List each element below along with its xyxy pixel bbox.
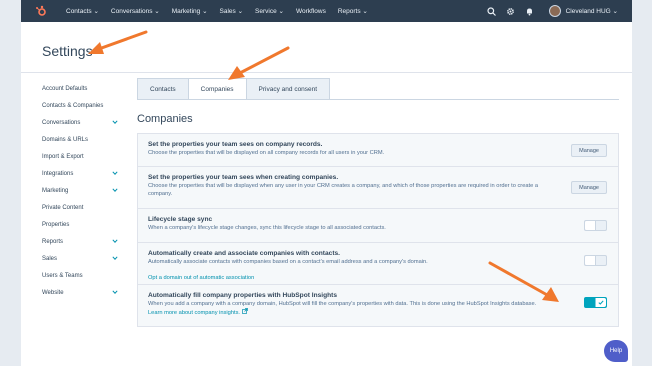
- user-avatar[interactable]: [548, 5, 561, 17]
- nav-workflows[interactable]: Workflows: [296, 8, 326, 15]
- setting-description: Choose the properties that will be displ…: [148, 150, 385, 156]
- setting-title: Automatically create and associate compa…: [148, 250, 341, 257]
- setting-title: Set the properties your team sees on com…: [148, 141, 323, 148]
- chevron-down-icon: [112, 290, 118, 294]
- hubspot-insights-toggle[interactable]: [584, 297, 607, 308]
- gear-icon[interactable]: [506, 6, 516, 16]
- toggle-knob: [595, 298, 606, 307]
- chevron-down-icon: [112, 188, 118, 192]
- nav-marketing[interactable]: Marketing ⌄: [172, 7, 208, 15]
- tabs-divider: [137, 99, 619, 100]
- nav-contacts[interactable]: Contacts ⌄: [66, 7, 99, 15]
- chevron-down-icon: [112, 120, 118, 124]
- chevron-down-icon: [112, 256, 118, 260]
- tab-contacts[interactable]: Contacts: [137, 78, 189, 100]
- sidebar-item-website[interactable]: Website: [42, 284, 122, 301]
- nav-reports[interactable]: Reports ⌄: [338, 7, 368, 15]
- sidebar-item-label: Conversations: [42, 119, 81, 126]
- sidebar-item-sales[interactable]: Sales: [42, 250, 122, 267]
- setting-description-text: When you add a company with a company do…: [148, 301, 537, 307]
- toggle-knob: [585, 221, 596, 230]
- nav-sales[interactable]: Sales ⌄: [220, 7, 244, 15]
- help-button[interactable]: Help: [604, 340, 628, 362]
- checkmark-icon: [598, 300, 604, 305]
- sidebar-item-label: Integrations: [42, 170, 74, 177]
- chevron-down-icon: [112, 239, 118, 243]
- chevron-down-icon: [112, 171, 118, 175]
- auto-associate-toggle[interactable]: [584, 255, 607, 266]
- sidebar-item-label: Domains & URLs: [42, 136, 89, 143]
- section-title: Companies: [137, 113, 193, 125]
- setting-description: Choose the properties that will be displ…: [148, 183, 539, 197]
- nav-conversations[interactable]: Conversations ⌄: [111, 7, 160, 15]
- sidebar-item-marketing[interactable]: Marketing: [42, 182, 122, 199]
- sidebar-item-label: Marketing: [42, 187, 69, 194]
- manage-button[interactable]: Manage: [571, 144, 607, 157]
- toggle-knob: [585, 256, 596, 265]
- setting-description: When a company's lifecycle stage changes…: [148, 225, 386, 231]
- manage-button[interactable]: Manage: [571, 181, 607, 194]
- sidebar-item-account-defaults[interactable]: Account Defaults: [42, 80, 122, 97]
- sidebar-item-label: Import & Export: [42, 153, 84, 160]
- settings-sidebar: Account Defaults Contacts & Companies Co…: [42, 80, 122, 301]
- sidebar-item-users-teams[interactable]: Users & Teams: [42, 267, 122, 284]
- sidebar-item-domains-urls[interactable]: Domains & URLs: [42, 131, 122, 148]
- header-divider: [21, 72, 632, 73]
- sidebar-item-label: Reports: [42, 238, 64, 245]
- account-menu[interactable]: Cleveland HUG ⌄: [566, 7, 618, 15]
- sidebar-item-label: Sales: [42, 255, 58, 262]
- sidebar-item-label: Properties: [42, 221, 70, 228]
- sidebar-item-import-export[interactable]: Import & Export: [42, 148, 122, 165]
- sidebar-item-label: Contacts & Companies: [42, 102, 104, 109]
- nav-service[interactable]: Service ⌄: [255, 7, 284, 15]
- lifecycle-sync-toggle[interactable]: [584, 220, 607, 231]
- sidebar-item-label: Private Content: [42, 204, 84, 211]
- sidebar-item-integrations[interactable]: Integrations: [42, 165, 122, 182]
- notifications-bell-icon[interactable]: [525, 6, 535, 16]
- setting-lifecycle-stage-sync: Lifecycle stage sync When a company's li…: [138, 209, 618, 243]
- setting-company-record-properties: Set the properties your team sees on com…: [138, 134, 618, 167]
- setting-title: Set the properties your team sees when c…: [148, 174, 339, 181]
- annotation-arrow-settings: [88, 30, 148, 54]
- sidebar-item-properties[interactable]: Properties: [42, 216, 122, 233]
- hubspot-logo-icon[interactable]: [35, 5, 47, 17]
- sidebar-item-conversations[interactable]: Conversations: [42, 114, 122, 131]
- setting-description: When you add a company with a company do…: [148, 300, 538, 317]
- search-icon[interactable]: [487, 6, 497, 16]
- setting-title: Lifecycle stage sync: [148, 216, 213, 223]
- top-nav: Contacts ⌄ Conversations ⌄ Marketing ⌄ S…: [21, 0, 632, 22]
- annotation-arrow-insights-toggle: [488, 261, 559, 302]
- setting-create-company-properties: Set the properties your team sees when c…: [138, 167, 618, 209]
- sidebar-item-label: Account Defaults: [42, 85, 88, 92]
- learn-more-insights-link[interactable]: Learn more about company insights.: [148, 309, 240, 317]
- external-link-icon: [241, 308, 248, 314]
- sidebar-item-contacts-companies[interactable]: Contacts & Companies: [42, 97, 122, 114]
- sidebar-item-label: Users & Teams: [42, 272, 83, 279]
- annotation-arrow-companies-tab: [228, 46, 290, 80]
- setting-description: Automatically associate contacts with co…: [148, 259, 428, 265]
- sidebar-item-private-content[interactable]: Private Content: [42, 199, 122, 216]
- opt-out-domain-link[interactable]: Opt a domain out of automatic associatio…: [148, 274, 254, 282]
- sidebar-item-label: Website: [42, 289, 64, 296]
- sidebar-item-reports[interactable]: Reports: [42, 233, 122, 250]
